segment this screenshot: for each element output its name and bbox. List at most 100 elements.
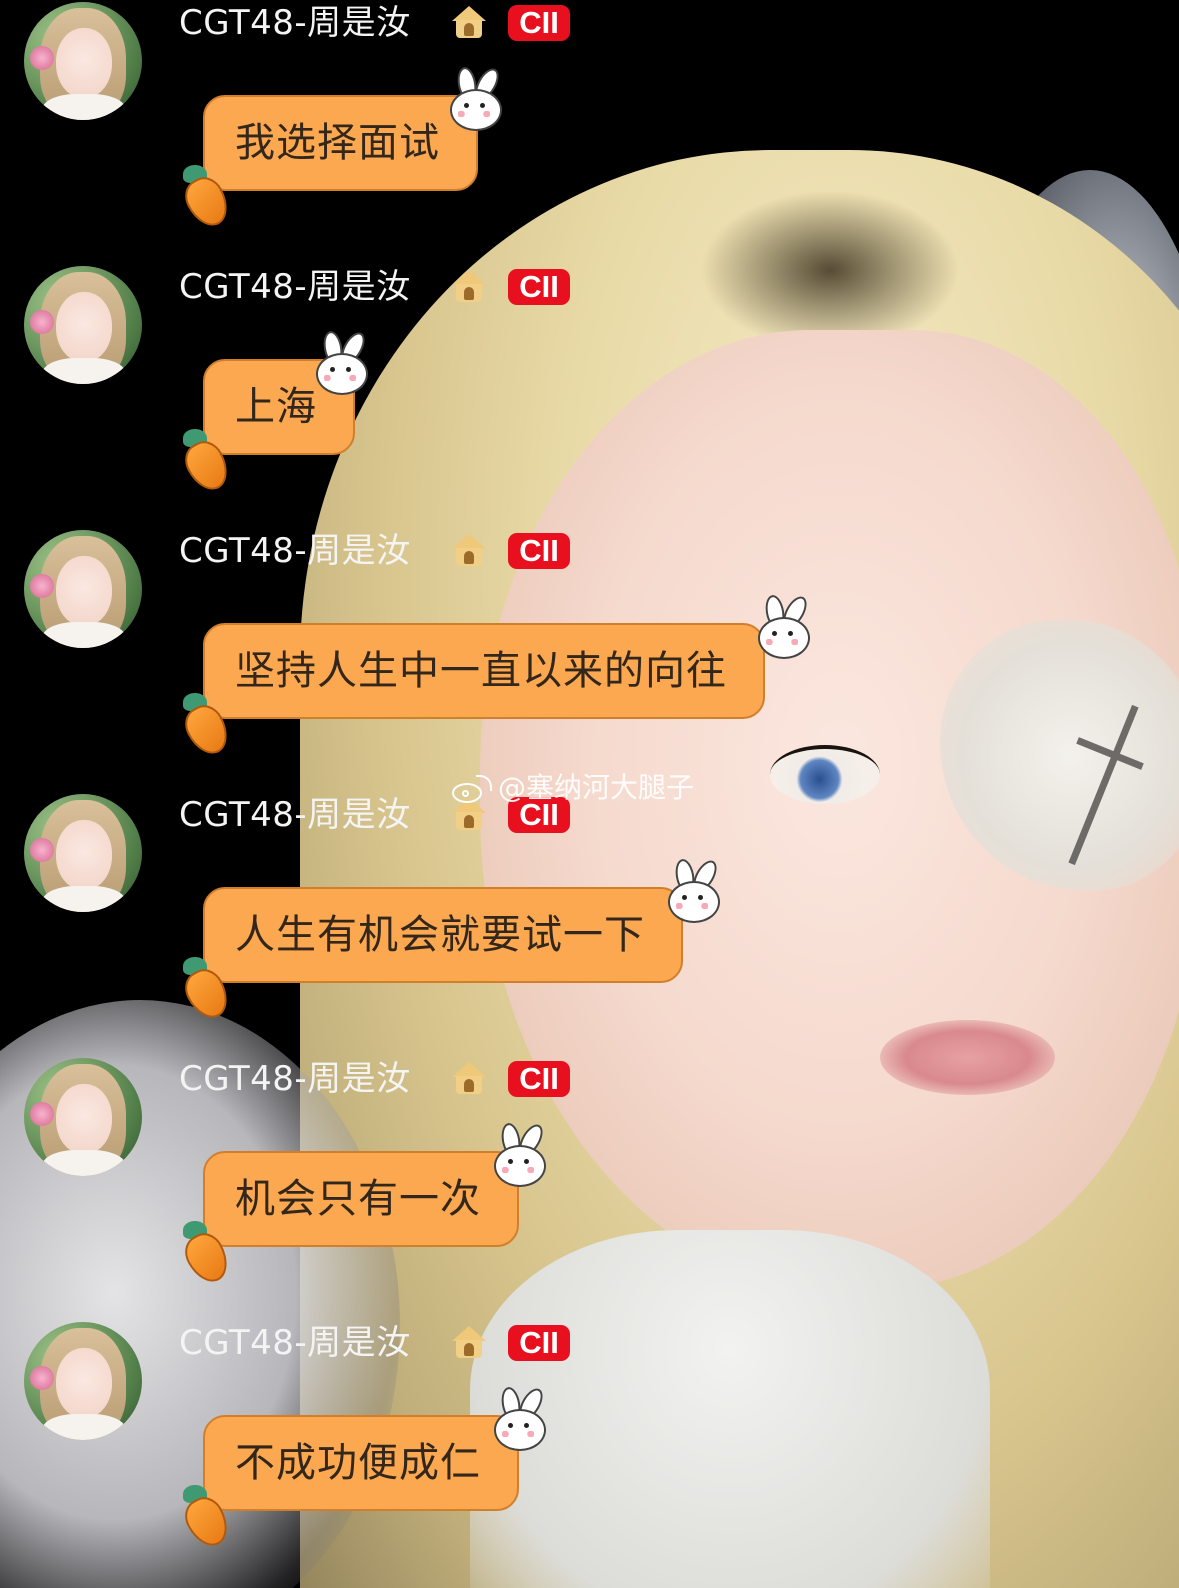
house-icon xyxy=(452,270,486,304)
sender-name[interactable]: CGT48-周是汝 xyxy=(179,0,411,46)
bunny-eye-left xyxy=(682,895,687,900)
bunny-eye-right xyxy=(524,1159,529,1164)
carrot-icon xyxy=(178,1485,236,1553)
avatar-flower xyxy=(30,1366,54,1390)
sender-name[interactable]: CGT48-周是汝 xyxy=(179,792,411,838)
bunny-eye-left xyxy=(508,1423,513,1428)
avatar[interactable] xyxy=(24,266,142,384)
bunny-head xyxy=(494,1145,546,1187)
carrot-icon xyxy=(178,429,236,497)
message-bubble[interactable]: 不成功便成仁 xyxy=(203,1415,519,1511)
chat-message: CGT48-周是汝 CII 不成功便成仁 xyxy=(0,1320,1179,1584)
house-roof xyxy=(452,1326,486,1341)
avatar[interactable] xyxy=(24,794,142,912)
bunny-cheeks xyxy=(502,1431,534,1437)
avatar-face xyxy=(56,292,112,362)
message-bubble[interactable]: 我选择面试 xyxy=(203,95,478,191)
avatar[interactable] xyxy=(24,2,142,120)
house-roof xyxy=(452,534,486,549)
weibo-arc xyxy=(476,775,492,791)
avatar-body xyxy=(42,1414,126,1440)
bunny-sticker-icon xyxy=(446,64,510,133)
message-bubble[interactable]: 人生有机会就要试一下 xyxy=(203,887,683,983)
team-badge: CII xyxy=(508,533,570,569)
bunny-eye-right xyxy=(346,367,351,372)
bunny-head xyxy=(758,617,810,659)
house-icon xyxy=(452,534,486,568)
avatar-flower xyxy=(30,46,54,70)
bunny-cheeks xyxy=(324,375,356,381)
carrot-icon xyxy=(178,165,236,233)
weibo-icon xyxy=(452,775,492,803)
avatar-flower xyxy=(30,1102,54,1126)
chat-message: CGT48-周是汝 CII 机会只有一次 xyxy=(0,1056,1179,1320)
message-bubble[interactable]: 机会只有一次 xyxy=(203,1151,519,1247)
avatar-face xyxy=(56,1084,112,1154)
avatar[interactable] xyxy=(24,530,142,648)
chat-message: CGT48-周是汝 CII 人生有机会就要试一下 xyxy=(0,792,1179,1056)
watermark: @塞纳河大腿子 xyxy=(452,770,694,806)
message-bubble[interactable]: 坚持人生中一直以来的向往 xyxy=(203,623,765,719)
house-roof xyxy=(452,6,486,21)
avatar-flower xyxy=(30,838,54,862)
bunny-eye-left xyxy=(464,103,469,108)
bunny-sticker-icon xyxy=(664,856,728,925)
bunny-head xyxy=(668,881,720,923)
sender-name[interactable]: CGT48-周是汝 xyxy=(179,1320,411,1366)
bunny-cheeks xyxy=(766,639,798,645)
house-person xyxy=(464,287,474,300)
avatar-flower xyxy=(30,574,54,598)
bunny-cheeks xyxy=(458,111,490,117)
bunny-eye-left xyxy=(330,367,335,372)
bunny-sticker-icon xyxy=(490,1384,554,1453)
house-icon xyxy=(452,6,486,40)
carrot-icon xyxy=(178,693,236,761)
house-roof xyxy=(452,1062,486,1077)
team-badge: CII xyxy=(508,269,570,305)
bunny-head xyxy=(494,1409,546,1451)
sender-name[interactable]: CGT48-周是汝 xyxy=(179,528,411,574)
house-person xyxy=(464,23,474,36)
bunny-eye-right xyxy=(698,895,703,900)
team-badge: CII xyxy=(508,1061,570,1097)
bunny-eye-right xyxy=(480,103,485,108)
avatar[interactable] xyxy=(24,1322,142,1440)
sender-name[interactable]: CGT48-周是汝 xyxy=(179,1056,411,1102)
bunny-eye-left xyxy=(508,1159,513,1164)
team-badge: CII xyxy=(508,5,570,41)
bunny-eye-right xyxy=(788,631,793,636)
team-badge: CII xyxy=(508,1325,570,1361)
chat-message: CGT48-周是汝 CII 坚持人生中一直以来的向往 xyxy=(0,528,1179,792)
bunny-eye-left xyxy=(772,631,777,636)
bunny-sticker-icon xyxy=(754,592,818,661)
house-person xyxy=(464,1079,474,1092)
carrot-icon xyxy=(178,1221,236,1289)
avatar-face xyxy=(56,556,112,626)
house-person xyxy=(464,1343,474,1356)
bunny-sticker-icon xyxy=(490,1120,554,1189)
avatar-body xyxy=(42,886,126,912)
avatar-face xyxy=(56,1348,112,1418)
avatar-face xyxy=(56,820,112,890)
watermark-text: @塞纳河大腿子 xyxy=(498,771,695,804)
bunny-cheeks xyxy=(502,1167,534,1173)
house-person xyxy=(464,551,474,564)
house-person xyxy=(464,815,474,828)
sender-name[interactable]: CGT48-周是汝 xyxy=(179,264,411,310)
bunny-head xyxy=(450,89,502,131)
bunny-eye-right xyxy=(524,1423,529,1428)
bunny-cheeks xyxy=(676,903,708,909)
house-icon xyxy=(452,1062,486,1096)
bunny-head xyxy=(316,353,368,395)
avatar-face xyxy=(56,28,112,98)
bunny-sticker-icon xyxy=(312,328,376,397)
avatar-body xyxy=(42,622,126,648)
avatar-body xyxy=(42,1150,126,1176)
chat-message: CGT48-周是汝 CII 上海 xyxy=(0,264,1179,528)
weibo-eye xyxy=(462,790,469,797)
avatar-body xyxy=(42,358,126,384)
carrot-icon xyxy=(178,957,236,1025)
house-roof xyxy=(452,270,486,285)
avatar[interactable] xyxy=(24,1058,142,1176)
avatar-body xyxy=(42,94,126,120)
